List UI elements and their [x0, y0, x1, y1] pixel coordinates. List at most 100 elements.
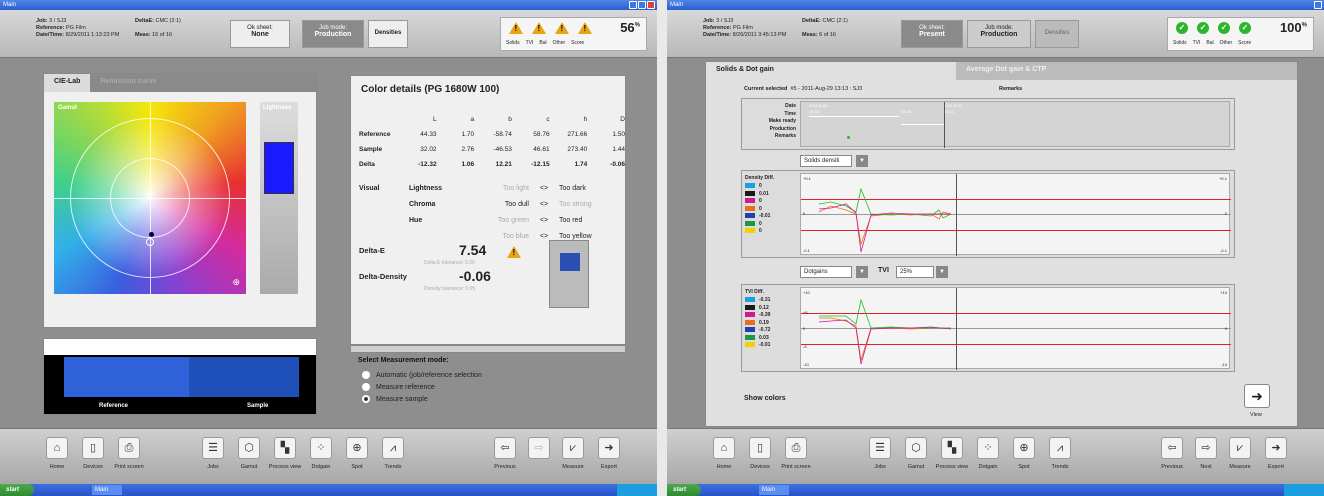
visual-sep: <>: [539, 200, 549, 208]
job-info: Job: 3 / SJ3 Reference: PG Film Date/Tim…: [703, 18, 786, 39]
home-button[interactable]: ⌂ Home: [707, 437, 741, 470]
legend-value: 0: [759, 220, 762, 227]
gamut-diagram[interactable]: Gamut ⊕: [54, 102, 246, 294]
color-details-title: Color details (PG 1680W 100): [361, 84, 500, 95]
gamut-button[interactable]: ⬡ Gamut: [232, 437, 266, 470]
tab-cie-lab[interactable]: CIE-Lab: [44, 74, 91, 92]
deltae-label: DeltaE:: [802, 18, 821, 24]
measure-button[interactable]: ⩗ Measure: [1223, 437, 1257, 470]
header: Job: 3 / SJ3 Reference: PG Film Date/Tim…: [0, 10, 657, 58]
gamut-label: Gamut: [907, 464, 925, 470]
solids-dropdown-icon[interactable]: ▼: [856, 155, 868, 167]
visual-low: Too green: [497, 216, 529, 224]
tvi-select[interactable]: 25%: [896, 266, 934, 278]
taskbar-item-main[interactable]: Main: [92, 485, 122, 495]
ok-sheet-box[interactable]: Ok sheet: Present: [901, 20, 963, 48]
close-button[interactable]: [647, 1, 655, 9]
table-cell: 1.06: [461, 161, 475, 168]
view-button[interactable]: ➜: [1244, 384, 1270, 408]
spot-button[interactable]: ⊕ Spot: [340, 437, 374, 470]
process-view-button[interactable]: ▚ Process view: [935, 437, 969, 470]
system-tray: [1284, 484, 1324, 496]
maximize-button[interactable]: [638, 1, 646, 9]
status-label-solids: Solids: [506, 40, 520, 46]
process-view-button[interactable]: ▚ Process view: [268, 437, 302, 470]
devices-button[interactable]: ▯ Devices: [743, 437, 777, 470]
dotgains-dropdown-icon[interactable]: ▼: [856, 266, 868, 278]
make-ready-bar: [809, 116, 899, 117]
datetime-label: Date/Time:: [36, 32, 65, 38]
devices-button[interactable]: ▯ Devices: [76, 437, 110, 470]
trends-button[interactable]: ⩘ Trends: [1043, 437, 1077, 470]
tvi-dropdown-icon[interactable]: ▼: [936, 266, 948, 278]
jobs-button[interactable]: ☰ Jobs: [196, 437, 230, 470]
minimize-button[interactable]: [629, 1, 637, 9]
gamut-button[interactable]: ⬡ Gamut: [899, 437, 933, 470]
print-screen-button[interactable]: ⎙ Print screen: [112, 437, 146, 470]
datetime-value: 8/26/2011 3:45:13 PM: [732, 32, 787, 38]
spot-button[interactable]: ⊕ Spot: [1007, 437, 1041, 470]
radio-sample[interactable]: Measure sample: [362, 394, 482, 406]
legend-swatch: [745, 183, 755, 189]
tab-solids-dotgain[interactable]: Solids & Dot gain: [706, 62, 956, 80]
restore-button[interactable]: [1314, 1, 1322, 9]
tab-remission-curve[interactable]: Remission curve: [90, 74, 316, 92]
ok-sheet-box[interactable]: Ok sheet: None: [230, 20, 290, 48]
next-button[interactable]: ⇨ Next: [1189, 437, 1223, 470]
color-details-table: La b c h D Reference 44.33 1.70 -58.74 58.76 271.…: [359, 112, 625, 172]
current-selected-value: #5 - 2011-Aug-29 13:13 : SJ3: [790, 86, 863, 92]
tvi-legend: -0.31 0.12 -0.39 0.19 -0.72 0.03 -0.01: [745, 297, 770, 350]
gamut-label: Gamut: [58, 105, 78, 111]
lightness-scale: Lightness: [260, 102, 298, 294]
datetime-label: Date/Time:: [703, 32, 732, 38]
previous-button[interactable]: ⇦ Previous: [488, 437, 522, 470]
zoom-icon[interactable]: ⊕: [232, 277, 240, 288]
dotgains-select[interactable]: Dotgains: [800, 266, 852, 278]
dotgain-button[interactable]: ⁘ Dotgain: [304, 437, 338, 470]
tvi-label: TVI: [878, 267, 889, 274]
radio-reference[interactable]: Measure reference: [362, 382, 482, 394]
dotgain-button[interactable]: ⁘ Dotgain: [971, 437, 1005, 470]
deltae-tolerance: Delta E tolerance: 5.00: [424, 260, 475, 266]
next-button[interactable]: ⇨: [522, 437, 556, 464]
densities-button[interactable]: Densities: [368, 20, 408, 48]
print-screen-button[interactable]: ⎙ Print screen: [779, 437, 813, 470]
tab-average-dotgain[interactable]: Average Dot gain & CTP: [956, 62, 1297, 80]
arrow-left-icon: ⇦: [494, 437, 516, 459]
job-mode-box[interactable]: Job mode: Production: [967, 20, 1031, 48]
job-label: Job:: [36, 18, 48, 24]
measure-button[interactable]: ⩗ Measure: [556, 437, 590, 470]
previous-button[interactable]: ⇦ Previous: [1155, 437, 1189, 470]
job-mode-box[interactable]: Job mode: Production: [302, 20, 364, 48]
visual-low: Too light: [502, 184, 529, 192]
export-button[interactable]: ➜ Export: [1259, 437, 1293, 470]
legend-item: 0: [745, 183, 770, 191]
solids-select[interactable]: Solids densiti: [800, 155, 852, 167]
legend-value: 0: [759, 228, 762, 234]
timeline-row-label: Time: [784, 110, 796, 117]
trends-label: Trends: [1051, 464, 1069, 470]
radio-auto[interactable]: Automatic (job/reference selection: [362, 370, 482, 382]
score-number: 100: [1279, 20, 1302, 35]
status-label-score: Score: [571, 40, 585, 46]
header-cell: h: [583, 116, 588, 123]
screen-right: Main Job: 3 / SJ3 Reference: PG Film Dat…: [667, 0, 1324, 496]
trends-button[interactable]: ⩘ Trends: [376, 437, 410, 470]
radio-sample-label: Measure sample: [376, 396, 428, 403]
start-button[interactable]: start: [0, 484, 34, 496]
reference-label: Reference:: [36, 25, 65, 31]
jobs-button[interactable]: ☰ Jobs: [863, 437, 897, 470]
home-button[interactable]: ⌂ Home: [40, 437, 74, 470]
home-icon: ⌂: [46, 437, 68, 459]
taskbar-item-main[interactable]: Main: [759, 485, 789, 495]
densities-button[interactable]: Densities: [1035, 20, 1079, 48]
status-label-other: Other: [552, 40, 566, 46]
jobs-label: Jobs: [207, 464, 219, 470]
start-button[interactable]: start: [667, 484, 701, 496]
legend-value: 0: [759, 205, 762, 212]
timeline-time: 15:46: [901, 109, 912, 114]
details-footer: [350, 345, 626, 353]
export-button[interactable]: ➜ Export: [592, 437, 626, 470]
dotgain-icon: ⁘: [310, 437, 332, 459]
timeline-cursor[interactable]: [944, 102, 945, 148]
